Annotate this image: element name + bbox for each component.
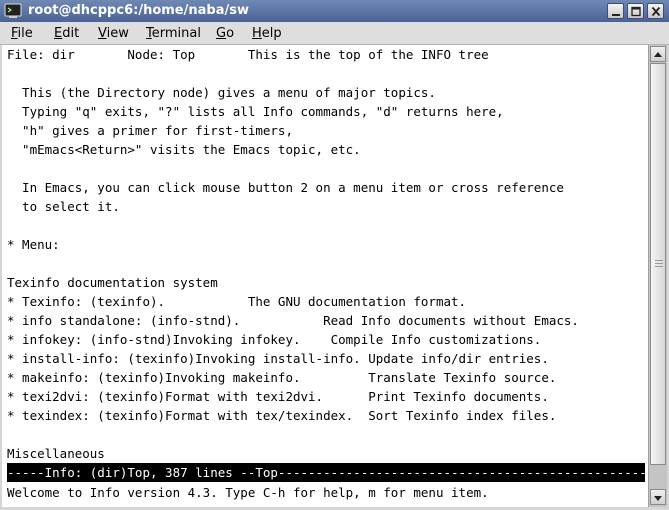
terminal-line: In Emacs, you can click mouse button 2 o… [7,180,564,195]
scroll-down-button[interactable] [650,489,666,505]
terminal-line: * infokey: (info-stnd)Invoking infokey. … [7,332,542,347]
scrollbar-thumb[interactable] [650,63,666,465]
scroll-grip-line [655,260,663,261]
menubar: File Edit View Terminal Go Help [0,22,669,45]
terminal-line: "mEmacs<Return>" visits the Emacs topic,… [7,142,361,157]
close-icon [651,6,661,17]
minimize-icon [612,14,620,16]
menu-terminal-label: erminal [151,26,201,41]
menu-file-label: ile [17,26,33,41]
menu-help-mnemonic: H [252,26,262,41]
scroll-grip-line [655,266,663,267]
menu-file[interactable]: File [11,26,33,41]
terminal-line: * info standalone: (info-stnd). Read Inf… [7,313,579,328]
terminal-line: Miscellaneous [7,446,105,461]
menu-help-label: elp [261,26,282,41]
minimize-button[interactable] [607,3,624,19]
terminal-line: * install-info: (texinfo)Invoking instal… [7,351,549,366]
menu-view[interactable]: View [98,26,129,41]
maximize-button[interactable] [627,3,644,19]
menu-go[interactable]: Go [216,26,234,41]
info-mode-line: -----Info: (dir)Top, 387 lines --Top----… [7,463,648,482]
window-title: root@dhcppc6:/home/naba/sw [28,3,249,18]
menu-view-mnemonic: V [98,26,107,41]
terminal-line: This (the Directory node) gives a menu o… [7,85,436,100]
terminal-line: to select it. [7,199,120,214]
terminal-line: * makeinfo: (texinfo)Invoking makeinfo. … [7,370,557,385]
menu-terminal[interactable]: Terminal [146,26,201,41]
menu-help[interactable]: Help [252,26,282,41]
echo-area: Welcome to Info version 4.3. Type C-h fo… [7,485,489,500]
close-button[interactable] [647,3,664,19]
scroll-grip-line [655,263,663,264]
arrow-up-icon [654,52,662,57]
terminal-line: Typing "q" exits, "?" lists all Info com… [7,104,504,119]
menu-go-mnemonic: G [216,26,227,41]
menu-edit-mnemonic: E [54,26,63,41]
terminal-line: * texindex: (texinfo)Format with tex/tex… [7,408,557,423]
terminal-line: * texi2dvi: (texinfo)Format with texi2dv… [7,389,549,404]
terminal-scrollbar[interactable] [648,45,667,507]
terminal-line: File: dir Node: Top This is the top of t… [7,47,489,62]
terminal-line: * Menu: [7,237,60,252]
maximize-icon [631,6,641,17]
menu-go-label: o [226,26,235,41]
menu-view-label: iew [106,26,129,41]
menu-edit[interactable]: Edit [54,26,79,41]
arrow-down-icon [654,496,662,501]
terminal-line: "h" gives a primer for first-timers, [7,123,293,138]
window-titlebar[interactable]: root@dhcppc6:/home/naba/sw [0,0,669,22]
menu-edit-label: dit [62,26,80,41]
terminal-screen[interactable]: File: dir Node: Top This is the top of t… [2,45,648,507]
terminal-app-icon[interactable] [4,3,22,19]
terminal-line: Texinfo documentation system [7,275,218,290]
scroll-up-button[interactable] [650,46,666,62]
terminal-line: * Texinfo: (texinfo). The GNU documentat… [7,294,467,309]
